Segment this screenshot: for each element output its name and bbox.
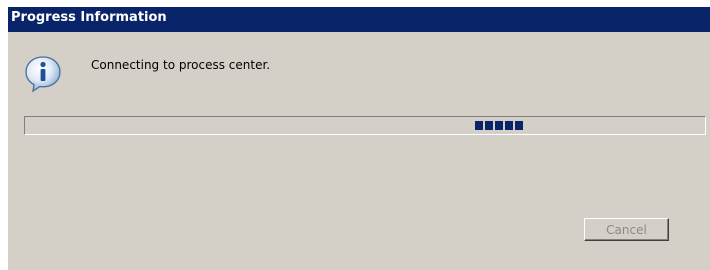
information-icon [23,54,63,94]
progress-bar [24,116,706,135]
progress-indicator [475,121,525,130]
progress-segment [515,121,523,130]
progress-segment [485,121,493,130]
dialog-title: Progress Information [11,10,167,25]
progress-segment [475,121,483,130]
progress-segment [495,121,503,130]
progress-segment [505,121,513,130]
progress-dialog: Progress Information Connecting to proce… [8,7,710,270]
title-bar[interactable]: Progress Information [8,7,710,32]
cancel-button[interactable]: Cancel [584,218,669,241]
status-message: Connecting to process center. [91,58,271,72]
